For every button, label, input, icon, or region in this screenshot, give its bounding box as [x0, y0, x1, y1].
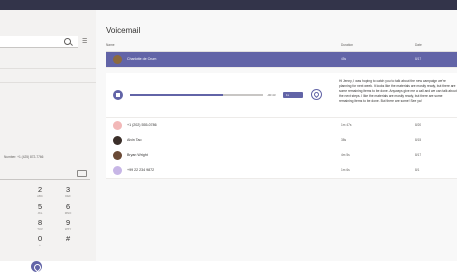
playback-slider[interactable] [130, 94, 263, 96]
speed-label: 1x [286, 93, 290, 97]
dialpad-key-letters: WXY [64, 227, 72, 231]
speed-dropdown[interactable]: 1x [283, 92, 303, 98]
voicemail-name: Bryan Wright [127, 153, 148, 157]
dialpad-key-0[interactable]: 0 + [30, 235, 50, 253]
dialpad-key-number: 6 [65, 202, 71, 211]
voicemail-duration: 45s [341, 57, 347, 61]
voicemail-date: 8/15 [415, 138, 422, 142]
avatar [113, 151, 122, 160]
title-bar [0, 0, 457, 10]
voicemail-date: 8/1 [415, 168, 420, 172]
voicemail-name: Charlotte de Crum [127, 57, 157, 61]
call-back-icon[interactable] [311, 89, 322, 100]
voicemail-name: +99 22 234 9872 [127, 168, 155, 172]
sidebar-row[interactable] [0, 69, 96, 83]
table-row[interactable]: Alvin Tao 38s 8/15 [106, 133, 457, 149]
dialpad-key-letters: MNO [64, 211, 72, 215]
backspace-icon[interactable] [77, 170, 87, 177]
dialpad-key-letters: JKL [37, 211, 43, 215]
voicemail-date: 8/17 [415, 57, 422, 61]
dialpad-key-letters: DEF [65, 194, 71, 198]
search-icon[interactable] [64, 38, 71, 45]
column-header-name: Name [106, 43, 115, 47]
dialpad-key-hash[interactable]: # [58, 235, 78, 253]
voicemail-duration: 38s [341, 138, 347, 142]
avatar [113, 136, 122, 145]
dialpad-key-number: 3 [65, 185, 71, 194]
table-header: Name Duration Date [106, 43, 457, 52]
voicemail-detail: -00:43 1x Hi Jenny, I was hoping to catc… [106, 73, 457, 118]
page-title: Voicemail [106, 26, 141, 35]
column-header-date: Date [415, 43, 422, 47]
filter-icon[interactable]: ☰ [82, 38, 88, 45]
column-header-duration: Duration [341, 43, 354, 47]
dialpad-key-number: 8 [37, 218, 43, 227]
playback-progress [130, 94, 224, 96]
stop-icon[interactable] [113, 90, 123, 100]
search-input[interactable] [0, 36, 78, 48]
voicemail-date: 8/17 [415, 153, 422, 157]
voicemail-transcript: Hi Jenny, I was hoping to catch you to t… [339, 79, 457, 104]
avatar [113, 166, 122, 175]
avatar [113, 121, 122, 130]
voicemail-pane: Voicemail Name Duration Date Charlotte d… [96, 10, 457, 261]
dialpad-key-number: 2 [37, 185, 43, 194]
voicemail-duration: 4m 5s [341, 153, 350, 157]
playback-time: -00:43 [267, 93, 276, 97]
voicemail-duration: 1m 47s [341, 123, 352, 127]
avatar [113, 55, 122, 64]
table-row[interactable]: +1 (202) 555-0786 1m 47s 8/20 [106, 118, 457, 134]
dialpad-key-number: # [65, 234, 71, 243]
voicemail-date: 8/20 [415, 123, 422, 127]
dial-number-field[interactable] [0, 168, 90, 180]
voicemail-name: +1 (202) 555-0786 [127, 123, 157, 127]
dialpad-key-number: 0 [37, 234, 43, 243]
dialpad-key-letters: TUV [37, 227, 43, 231]
calls-sidebar: ☰ Number: +1 (425) 872-7766 2 ABC 3 DEF … [0, 10, 97, 272]
sidebar-row[interactable] [0, 55, 96, 69]
call-button[interactable] [31, 261, 42, 272]
dial-field-label: Number: +1 (425) 872-7766 [4, 155, 44, 159]
table-row[interactable]: Bryan Wright 4m 5s 8/17 [106, 148, 457, 164]
table-row[interactable]: Charlotte de Crum 45s 8/17 [106, 52, 457, 68]
table-row[interactable]: +99 22 234 9872 1m 6s 8/1 [106, 163, 457, 179]
voicemail-name: Alvin Tao [127, 138, 142, 142]
dialpad-key-letters: + [39, 243, 41, 247]
dialpad-key-number: 5 [37, 202, 43, 211]
dialpad-key-letters: ABC [37, 194, 43, 198]
app-window: ☰ Number: +1 (425) 872-7766 2 ABC 3 DEF … [0, 0, 457, 272]
voicemail-duration: 1m 6s [341, 168, 350, 172]
dialpad-key-number: 9 [65, 218, 71, 227]
